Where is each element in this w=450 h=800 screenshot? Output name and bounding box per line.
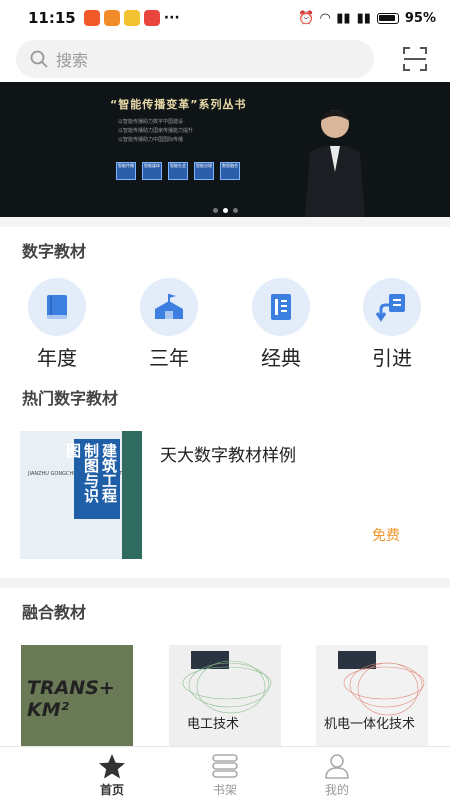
tab-label: 书架 bbox=[212, 783, 237, 797]
scan-icon[interactable] bbox=[402, 46, 428, 72]
signal-icon: ▮▮ bbox=[356, 10, 371, 26]
signal-icon: ▮▮ bbox=[336, 10, 351, 26]
wifi-icon: ◠ bbox=[320, 10, 331, 26]
classic-book-icon bbox=[271, 294, 291, 320]
person-icon bbox=[325, 754, 349, 779]
battery-level: 95% bbox=[404, 10, 436, 26]
category-import[interactable]: 引进 bbox=[352, 278, 432, 371]
fused-book-cover[interactable]: 机电一体化技术 bbox=[316, 645, 428, 750]
category-label: 三年 bbox=[149, 346, 189, 370]
cover-title: 建筑工程制图与识图 bbox=[64, 439, 120, 519]
cover-title: 电工技术 bbox=[187, 717, 240, 732]
fused-book-cover[interactable]: TRANS+ KM² bbox=[21, 645, 133, 750]
banner-carousel[interactable]: “智能传播变革”系列丛书 以智能传播助力数字中国建设 以智能传播助力国家传播能力… bbox=[0, 82, 450, 217]
hot-book-card[interactable]: JIANZHU GONGCHENG ZHITU YU SHITU 建筑工程制图与… bbox=[0, 425, 450, 565]
cover-spine bbox=[122, 431, 142, 559]
price-label: 免费 bbox=[372, 528, 400, 544]
banner-text: 以智能传播助力数字中国建设 以智能传播助力国家传播能力提升 以智能传播助力中国国… bbox=[118, 118, 193, 145]
message-notification-icon bbox=[123, 10, 140, 26]
banner-book: 智能社会 bbox=[168, 162, 188, 180]
banner-line: 以智能传播助力国家传播能力提升 bbox=[118, 128, 194, 134]
banner-line: 以智能传播助力中国国际传播 bbox=[118, 137, 184, 143]
cover-title: 机电一体化技术 bbox=[324, 717, 416, 732]
category-icon-wrap bbox=[28, 278, 86, 336]
tab-profile[interactable]: 我的 bbox=[297, 753, 377, 798]
cover-decoration bbox=[182, 660, 272, 714]
status-time: 11:15 bbox=[28, 9, 76, 27]
tab-label: 首页 bbox=[99, 783, 124, 797]
book-cover[interactable]: JIANZHU GONGCHENG ZHITU YU SHITU 建筑工程制图与… bbox=[20, 431, 142, 559]
banner-book: 智能媒体 bbox=[142, 162, 162, 180]
carousel-dots bbox=[0, 208, 450, 213]
tab-label: 我的 bbox=[324, 783, 349, 797]
banner-person-image bbox=[305, 110, 365, 217]
book-icon bbox=[47, 295, 67, 319]
carousel-dot-active[interactable] bbox=[222, 208, 228, 213]
book-title[interactable]: 天大数字教材样例 bbox=[160, 441, 296, 466]
search-input[interactable]: 搜索 bbox=[16, 40, 374, 78]
fused-book-row: TRANS+ KM² 电工技术 机电一体化技术 bbox=[0, 645, 450, 750]
category-icon-wrap bbox=[140, 278, 198, 336]
banner-book-row: 智能传播 智能媒体 智能社会 智能治理 数智融合 bbox=[116, 162, 240, 180]
app-notification-icon bbox=[103, 10, 120, 26]
banner-book: 智能治理 bbox=[194, 162, 214, 180]
more-notifications: ··· bbox=[163, 10, 180, 26]
import-icon bbox=[376, 294, 405, 322]
category-three-year[interactable]: 三年 bbox=[129, 278, 209, 371]
fused-book-cover[interactable]: 电工技术 bbox=[169, 645, 281, 750]
alarm-icon: ⏰ bbox=[298, 10, 315, 26]
status-bar: 11:15 ··· ⏰ ◠ ▮▮ ▮▮ 95% bbox=[0, 0, 450, 36]
app-notification-icon bbox=[83, 10, 100, 26]
divider bbox=[0, 578, 450, 588]
carousel-dot[interactable] bbox=[212, 208, 218, 213]
category-label: 年度 bbox=[37, 346, 77, 370]
category-row: 年度 三年 经典 引进 bbox=[0, 278, 450, 371]
banner-book: 智能传播 bbox=[116, 162, 136, 180]
bookshelf-icon bbox=[212, 754, 238, 778]
category-icon-wrap bbox=[252, 278, 310, 336]
category-annual[interactable]: 年度 bbox=[17, 278, 97, 371]
tab-bookshelf[interactable]: 书架 bbox=[185, 753, 265, 798]
banner-book: 数智融合 bbox=[220, 162, 240, 180]
school-icon bbox=[155, 294, 183, 319]
section-title-fused: 融合教材 bbox=[22, 603, 87, 622]
tab-home[interactable]: 首页 bbox=[72, 753, 152, 798]
banner-line: 以智能传播助力数字中国建设 bbox=[118, 119, 184, 125]
carousel-dot[interactable] bbox=[232, 208, 238, 213]
section-title-hot: 热门数字教材 bbox=[22, 389, 119, 408]
category-label: 引进 bbox=[372, 346, 412, 370]
cover-title: TRANS+ KM² bbox=[27, 677, 115, 721]
battery-icon bbox=[376, 12, 399, 24]
app-notification-icon bbox=[143, 10, 160, 26]
bottom-tab-bar: 首页 书架 我的 bbox=[0, 746, 450, 800]
banner-title: “智能传播变革”系列丛书 bbox=[110, 98, 247, 111]
category-icon-wrap bbox=[363, 278, 421, 336]
category-label: 经典 bbox=[261, 346, 301, 370]
divider bbox=[0, 217, 450, 227]
cover-decoration bbox=[343, 662, 425, 716]
search-bar: 搜索 bbox=[0, 36, 450, 82]
star-icon bbox=[99, 754, 125, 779]
search-icon bbox=[30, 50, 48, 68]
section-title-digital: 数字教材 bbox=[22, 242, 87, 261]
search-placeholder: 搜索 bbox=[56, 51, 89, 70]
category-classic[interactable]: 经典 bbox=[241, 278, 321, 371]
